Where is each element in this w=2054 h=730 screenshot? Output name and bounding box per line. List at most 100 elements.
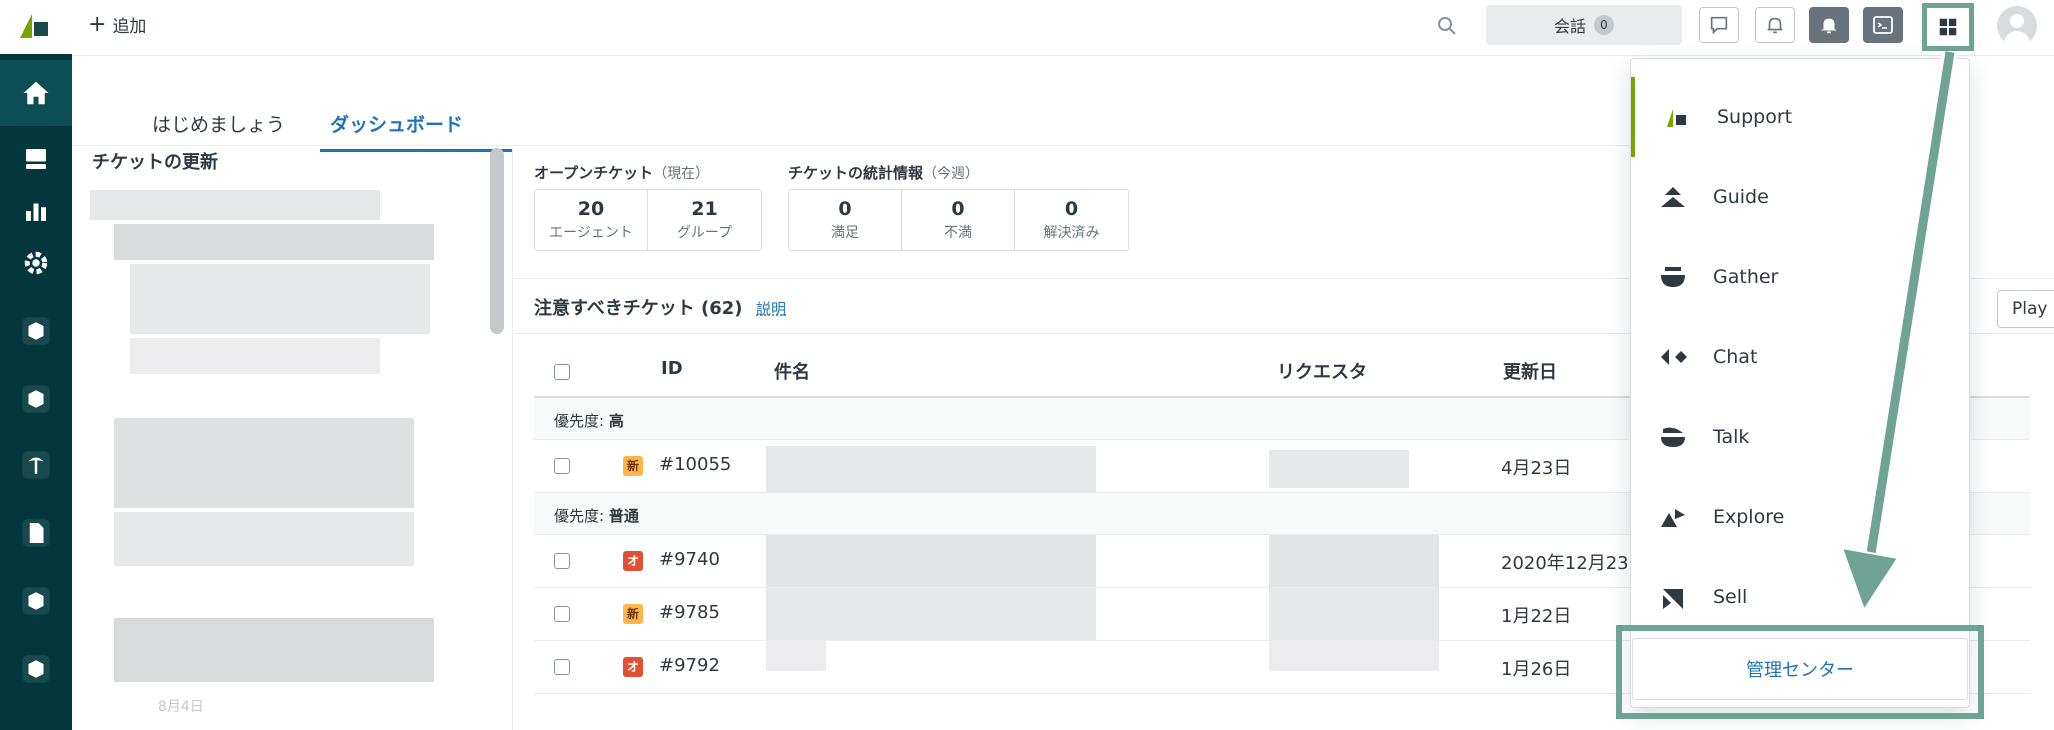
stat-value: 21	[691, 198, 718, 220]
ticket-updated-date: 4月23日	[1501, 458, 1572, 479]
app-cube-icon	[22, 317, 50, 345]
stat-box-satisfied[interactable]: 0 満足	[789, 190, 902, 250]
stat-value: 0	[838, 198, 852, 220]
ticket-id[interactable]: #9792	[659, 655, 720, 676]
ticket-id[interactable]: #9785	[659, 602, 720, 623]
column-header-id[interactable]: ID	[661, 358, 683, 379]
redacted-subject	[766, 588, 1096, 640]
zendesk-logo[interactable]	[0, 0, 72, 54]
product-label: Explore	[1713, 506, 1785, 528]
guide-icon	[1661, 187, 1685, 207]
status-badge-open: オ	[623, 551, 643, 571]
tab-dashboard[interactable]: ダッシュボード	[320, 110, 514, 152]
tab-getting-started[interactable]: はじめましょう	[152, 110, 285, 149]
redacted-requester	[1269, 588, 1439, 640]
column-header-subject[interactable]: 件名	[774, 358, 810, 384]
zendesk-support-window: + 追加 会話 0 はじめましょう ダッシュボード チケットの更新 8月4日 オ…	[0, 0, 2054, 730]
redacted-subject	[766, 446, 1096, 492]
support-icon	[1667, 109, 1686, 127]
chat-icon	[1661, 349, 1687, 365]
gather-icon	[1661, 267, 1685, 287]
stat-value: 0	[951, 198, 965, 220]
group-value: 高	[608, 412, 624, 430]
add-button-label: 追加	[112, 17, 147, 37]
ticket-id[interactable]: #9740	[659, 549, 720, 570]
column-header-requester[interactable]: リクエスタ	[1277, 358, 1367, 384]
sidebar-item-app-4[interactable]	[0, 500, 72, 566]
sidebar-item-home[interactable]	[0, 60, 72, 126]
top-bar: + 追加 会話 0	[72, 0, 2054, 56]
product-label: Sell	[1713, 586, 1748, 608]
plus-icon: +	[88, 11, 107, 37]
sidebar-item-app-2[interactable]	[0, 366, 72, 432]
status-badge-open: オ	[623, 657, 643, 677]
bell-icon	[1821, 18, 1837, 34]
stat-value: 0	[1064, 198, 1079, 220]
product-label: Gather	[1713, 266, 1779, 288]
app-cube-icon	[22, 587, 50, 615]
ticket-id[interactable]: #10055	[659, 454, 731, 475]
product-label: Talk	[1713, 426, 1750, 448]
talk-icon	[1661, 427, 1685, 447]
sidebar-item-app-5[interactable]	[0, 568, 72, 634]
row-checkbox[interactable]	[554, 606, 570, 622]
sidebar-item-admin[interactable]	[0, 230, 72, 296]
app-cube-icon	[22, 385, 50, 413]
product-label: Support	[1717, 106, 1793, 128]
group-prefix: 優先度:	[554, 412, 609, 430]
sidebar-item-app-6[interactable]	[0, 636, 72, 702]
stat-label: 満足	[831, 225, 859, 241]
row-checkbox[interactable]	[554, 458, 570, 474]
redacted-block	[90, 190, 380, 220]
search-icon[interactable]	[1435, 14, 1459, 38]
product-switcher-menu: Support Guide Gather Chat Talk Explore S…	[1630, 58, 1971, 708]
redacted-block	[114, 512, 414, 566]
updates-scrollbar[interactable]	[490, 148, 504, 334]
product-item-explore[interactable]: Explore	[1631, 477, 1971, 557]
redacted-block	[130, 264, 430, 334]
product-item-support[interactable]: Support	[1631, 77, 1971, 157]
ticket-updated-date: 2020年12月23	[1501, 553, 1629, 574]
row-checkbox[interactable]	[554, 553, 570, 569]
stat-box-agent[interactable]: 20 エージェント	[535, 190, 648, 250]
status-badge-new: 新	[623, 456, 643, 476]
column-header-updated[interactable]: 更新日	[1503, 358, 1557, 384]
notifications-filled-button[interactable]	[1809, 7, 1849, 43]
product-label: Chat	[1713, 346, 1758, 368]
home-tabs: はじめましょう ダッシュボード	[72, 96, 1632, 152]
conversations-label: 会話	[1553, 17, 1586, 36]
grid-icon	[1939, 18, 1957, 36]
play-button[interactable]: Play	[1997, 290, 2054, 328]
chat-bubble-button[interactable]	[1699, 7, 1739, 43]
annotation-highlight-box	[1616, 625, 1984, 719]
add-button[interactable]: + 追加	[88, 12, 146, 37]
user-avatar[interactable]	[1997, 6, 2037, 46]
stat-label: 不満	[944, 225, 972, 241]
conversations-button[interactable]: 会話 0	[1486, 5, 1682, 45]
explanation-link[interactable]: 説明	[756, 298, 786, 319]
notifications-button[interactable]	[1755, 7, 1795, 43]
redacted-requester	[1269, 450, 1409, 488]
product-item-chat[interactable]: Chat	[1631, 317, 1971, 397]
ticket-update-date: 8月4日	[158, 699, 204, 715]
bell-outline-icon	[1767, 17, 1783, 34]
sidebar-item-app-1[interactable]	[0, 298, 72, 364]
redacted-block	[114, 618, 434, 682]
product-item-talk[interactable]: Talk	[1631, 397, 1971, 477]
stat-box-dissatisfied[interactable]: 0 不満	[902, 190, 1015, 250]
stat-value: 20	[577, 198, 605, 220]
product-item-gather[interactable]: Gather	[1631, 237, 1971, 317]
status-badge-new: 新	[623, 604, 643, 624]
stat-box-solved[interactable]: 0 解決済み	[1015, 190, 1128, 250]
stat-box-group[interactable]: 21 グループ	[648, 190, 761, 250]
ticket-updates-panel: チケットの更新 8月4日	[90, 148, 470, 730]
product-item-guide[interactable]: Guide	[1631, 157, 1971, 237]
apps-grid-button[interactable]	[1922, 3, 1974, 51]
ticket-updated-date: 1月22日	[1501, 606, 1572, 627]
select-all-checkbox[interactable]	[554, 364, 570, 380]
row-checkbox[interactable]	[554, 659, 570, 675]
open-tickets-sub: （現在）	[653, 166, 710, 182]
weekly-stats-label: チケットの統計情報	[788, 164, 924, 182]
terminal-button[interactable]	[1863, 7, 1903, 43]
sidebar-item-app-3[interactable]	[0, 432, 72, 498]
